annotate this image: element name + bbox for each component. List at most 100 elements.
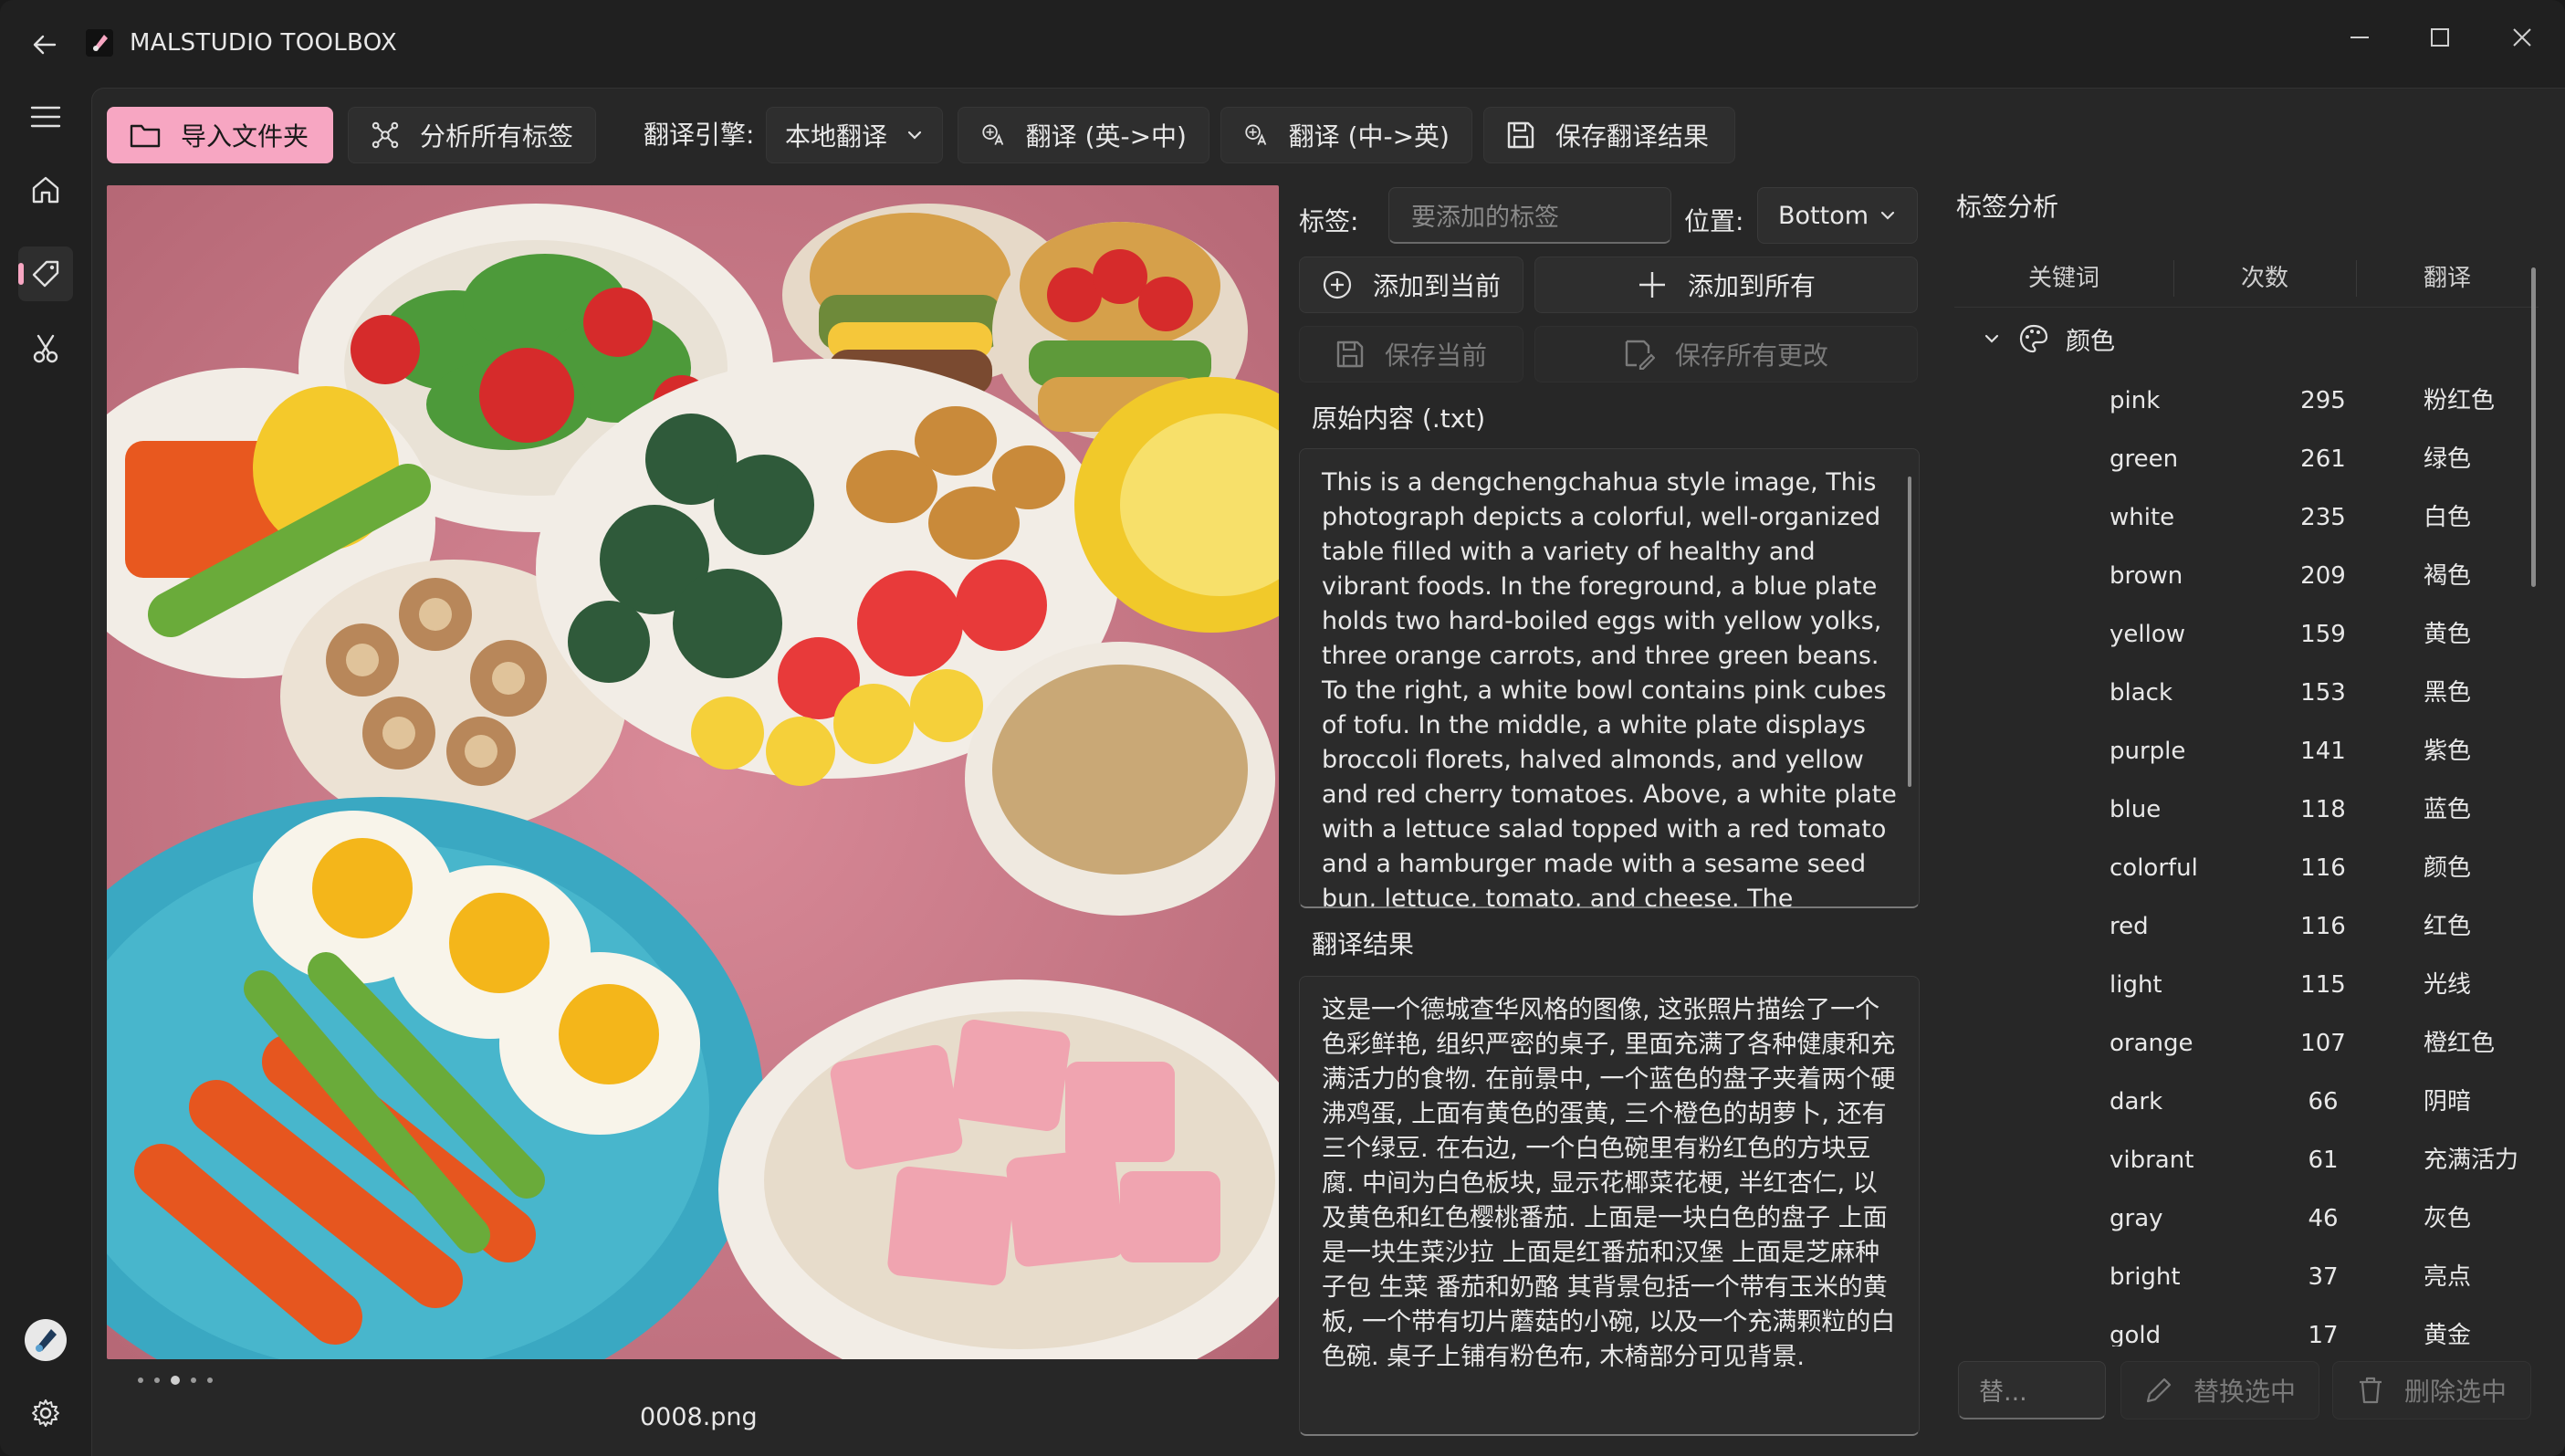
table-row[interactable]: brown 209 褐色	[1954, 547, 2520, 605]
row-count: 61	[2308, 1147, 2339, 1174]
row-keyword: yellow	[2110, 621, 2186, 648]
table-row[interactable]: vibrant 61 充满活力	[1954, 1131, 2520, 1189]
nav-home[interactable]	[18, 162, 73, 217]
row-keyword: white	[2110, 504, 2175, 531]
minimize-icon	[2350, 37, 2369, 38]
table-row[interactable]: gray 46 灰色	[1954, 1189, 2520, 1248]
row-count: 159	[2300, 621, 2346, 648]
pager-dot[interactable]	[154, 1377, 160, 1383]
pencil-icon	[2146, 1377, 2172, 1403]
row-keyword: colorful	[2110, 854, 2198, 882]
row-keyword: light	[2110, 971, 2162, 999]
row-translation: 褐色	[2424, 562, 2472, 590]
row-count: 261	[2300, 445, 2346, 473]
trash-icon	[2359, 1377, 2382, 1404]
tag-icon	[32, 260, 59, 288]
delete-selected-label: 删除选中	[2403, 1377, 2507, 1407]
row-translation: 黄金	[2424, 1322, 2472, 1346]
row-count: 295	[2300, 387, 2346, 414]
back-button[interactable]	[18, 18, 71, 71]
table-row[interactable]: light 115 光线	[1954, 956, 2520, 1014]
row-keyword: pink	[2110, 387, 2161, 414]
replace-selected-button[interactable]: 替换选中	[2120, 1361, 2319, 1419]
row-translation: 灰色	[2424, 1205, 2472, 1232]
table-row[interactable]: green 261 绿色	[1954, 430, 2520, 488]
table-row[interactable]: red 116 红色	[1954, 897, 2520, 956]
row-keyword: vibrant	[2110, 1147, 2194, 1174]
row-keyword: dark	[2110, 1088, 2163, 1116]
row-translation: 粉红色	[2424, 387, 2496, 414]
table-row[interactable]: gold 17 黄金	[1954, 1306, 2520, 1346]
title-bar: MALSTUDIO TOOLBOX	[0, 0, 2565, 88]
close-button[interactable]	[2481, 13, 2563, 62]
row-translation: 橙红色	[2424, 1030, 2496, 1057]
row-count: 66	[2308, 1088, 2339, 1116]
row-translation: 黑色	[2424, 679, 2472, 707]
avatar-icon	[25, 1319, 67, 1361]
row-translation: 光线	[2424, 971, 2472, 999]
row-count: 115	[2300, 971, 2346, 999]
active-indicator	[18, 263, 24, 285]
row-translation: 颜色	[2424, 854, 2472, 882]
row-keyword: gold	[2110, 1322, 2162, 1346]
row-translation: 充满活力	[2424, 1147, 2519, 1174]
row-count: 37	[2308, 1263, 2339, 1291]
nav-cut[interactable]	[18, 321, 73, 376]
row-keyword: orange	[2110, 1030, 2193, 1057]
row-translation: 蓝色	[2424, 796, 2472, 823]
row-keyword: brown	[2110, 562, 2183, 590]
row-keyword: gray	[2110, 1205, 2163, 1232]
replace-input-placeholder: 替...	[1979, 1378, 2027, 1407]
pager-dot[interactable]	[191, 1377, 196, 1383]
table-row[interactable]: yellow 159 黄色	[1954, 605, 2520, 664]
table-row[interactable]: black 153 黑色	[1954, 664, 2520, 722]
row-translation: 白色	[2424, 504, 2472, 531]
hamburger-icon	[30, 106, 61, 128]
gear-icon	[32, 1399, 59, 1427]
scissors-icon	[33, 334, 58, 363]
user-avatar[interactable]	[18, 1313, 73, 1367]
main-content: 导入文件夹 分析所有标签 翻译引擎: 本地翻译 翻译 (英->中) 翻译 (中-…	[91, 88, 2565, 1456]
nav-settings[interactable]	[18, 1386, 73, 1440]
row-translation: 红色	[2424, 913, 2472, 940]
row-translation: 阴暗	[2424, 1088, 2472, 1116]
minimize-button[interactable]	[2319, 13, 2401, 62]
row-count: 116	[2300, 854, 2346, 882]
arrow-left-icon	[33, 35, 57, 55]
table-row[interactable]: white 235 白色	[1954, 488, 2520, 547]
close-icon	[2513, 28, 2531, 47]
row-count: 153	[2300, 679, 2346, 707]
row-keyword: blue	[2110, 796, 2162, 823]
delete-selected-button[interactable]: 删除选中	[2332, 1361, 2531, 1419]
row-keyword: bright	[2110, 1263, 2181, 1291]
pager-dot[interactable]	[207, 1377, 213, 1383]
row-count: 17	[2308, 1322, 2339, 1346]
replace-input[interactable]: 替...	[1958, 1361, 2106, 1419]
table-row[interactable]: purple 141 紫色	[1954, 722, 2520, 780]
row-translation: 绿色	[2424, 445, 2472, 473]
row-count: 209	[2300, 562, 2346, 590]
nav-tags[interactable]	[18, 246, 73, 301]
row-keyword: red	[2110, 913, 2149, 940]
table-row[interactable]: dark 66 阴暗	[1954, 1073, 2520, 1131]
table-row[interactable]: blue 118 蓝色	[1954, 780, 2520, 839]
image-pager[interactable]	[138, 1376, 213, 1385]
row-translation: 黄色	[2424, 621, 2472, 648]
table-row[interactable]: bright 37 亮点	[1954, 1248, 2520, 1306]
row-count: 141	[2300, 738, 2346, 765]
maximize-icon	[2431, 28, 2449, 47]
app-window: MALSTUDIO TOOLBOX 导入文件夹 分析所有标签 翻译引擎: 本地翻…	[0, 0, 2565, 1456]
table-row[interactable]: pink 295 粉红色	[1954, 372, 2520, 430]
pager-dot-active[interactable]	[171, 1376, 180, 1385]
maximize-button[interactable]	[2399, 13, 2481, 62]
table-scrollbar[interactable]	[2531, 267, 2536, 587]
app-logo	[86, 29, 113, 57]
table-row[interactable]: colorful 116 颜色	[1954, 839, 2520, 897]
home-icon	[32, 176, 59, 204]
menu-button[interactable]	[18, 89, 73, 144]
row-keyword: black	[2110, 679, 2173, 707]
table-row[interactable]: orange 107 橙红色	[1954, 1014, 2520, 1073]
image-filename: 0008.png	[640, 1403, 758, 1431]
tag-table-body: pink 295 粉红色 green 261 绿色 white 235 白色 brown 209 褐色…	[92, 89, 2565, 1346]
pager-dot[interactable]	[138, 1377, 143, 1383]
